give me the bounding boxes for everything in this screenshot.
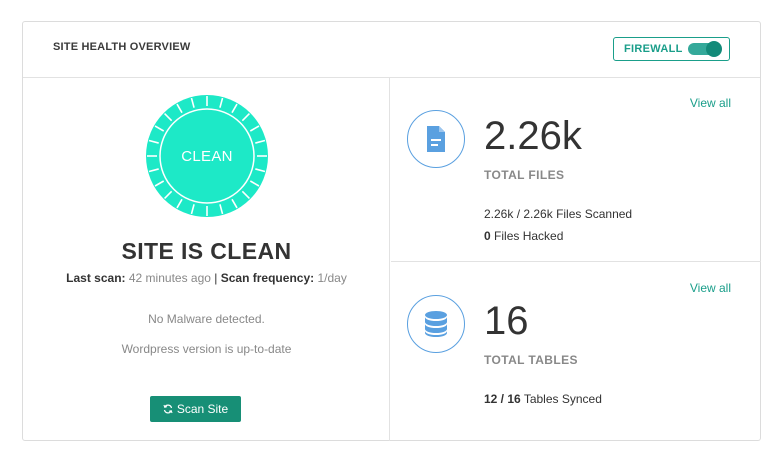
meta-separator: | xyxy=(214,271,218,285)
scan-site-label: Scan Site xyxy=(176,402,229,416)
database-icon xyxy=(407,295,465,353)
tables-view-all-link[interactable]: View all xyxy=(690,281,731,295)
scan-meta: Last scan: 42 minutes ago | Scan frequen… xyxy=(23,271,390,285)
total-tables-label: TOTAL TABLES xyxy=(484,353,578,367)
scan-site-button[interactable]: Scan Site xyxy=(150,396,241,422)
files-scanned-count: 2.26k / 2.26k xyxy=(484,207,553,221)
files-section: View all 2.26k TOTAL FILES 2.26k / 2.26k… xyxy=(391,78,761,262)
files-hacked-text: Files Hacked xyxy=(494,229,564,243)
files-hacked-line: 0 Files Hacked xyxy=(484,229,563,243)
card-header: SITE HEALTH OVERVIEW FIREWALL xyxy=(23,22,760,78)
files-view-all-link[interactable]: View all xyxy=(690,96,731,110)
files-hacked-count: 0 xyxy=(484,229,491,243)
firewall-label: FIREWALL xyxy=(624,43,683,55)
total-tables-value: 16 xyxy=(484,299,529,343)
scan-frequency-label: Scan frequency: xyxy=(220,271,315,285)
tables-synced-count: 12 / 16 xyxy=(484,392,521,406)
malware-note: No Malware detected. xyxy=(148,312,265,326)
file-glyph xyxy=(427,126,445,152)
database-glyph xyxy=(425,311,447,337)
tables-section: View all 16 TOTAL TABLES 12 / 16 Tables … xyxy=(391,263,761,441)
card-title: SITE HEALTH OVERVIEW xyxy=(53,41,191,53)
firewall-toggle[interactable]: FIREWALL xyxy=(613,37,730,61)
site-health-card: SITE HEALTH OVERVIEW FIREWALL CLEAN SITE… xyxy=(22,21,761,441)
file-icon xyxy=(407,110,465,168)
tables-synced-text: Tables Synced xyxy=(523,392,602,406)
scan-frequency-value: 1/day xyxy=(317,271,347,285)
site-status-headline: SITE IS CLEAN xyxy=(121,238,292,264)
site-status-panel: CLEAN SITE IS CLEAN Last scan: 42 minute… xyxy=(23,78,390,441)
total-files-label: TOTAL FILES xyxy=(484,168,565,182)
refresh-icon xyxy=(163,404,173,414)
last-scan-label: Last scan: xyxy=(66,271,126,285)
files-scanned-text: Files Scanned xyxy=(556,207,633,221)
toggle-knob xyxy=(706,41,722,57)
tables-synced-line: 12 / 16 Tables Synced xyxy=(484,392,602,406)
firewall-switch[interactable] xyxy=(688,41,722,57)
total-files-value: 2.26k xyxy=(484,114,582,158)
files-scanned-line: 2.26k / 2.26k Files Scanned xyxy=(484,207,632,221)
last-scan-value: 42 minutes ago xyxy=(128,271,211,285)
wordpress-note: Wordpress version is up-to-date xyxy=(121,342,292,356)
status-ring-label: CLEAN xyxy=(181,147,233,165)
